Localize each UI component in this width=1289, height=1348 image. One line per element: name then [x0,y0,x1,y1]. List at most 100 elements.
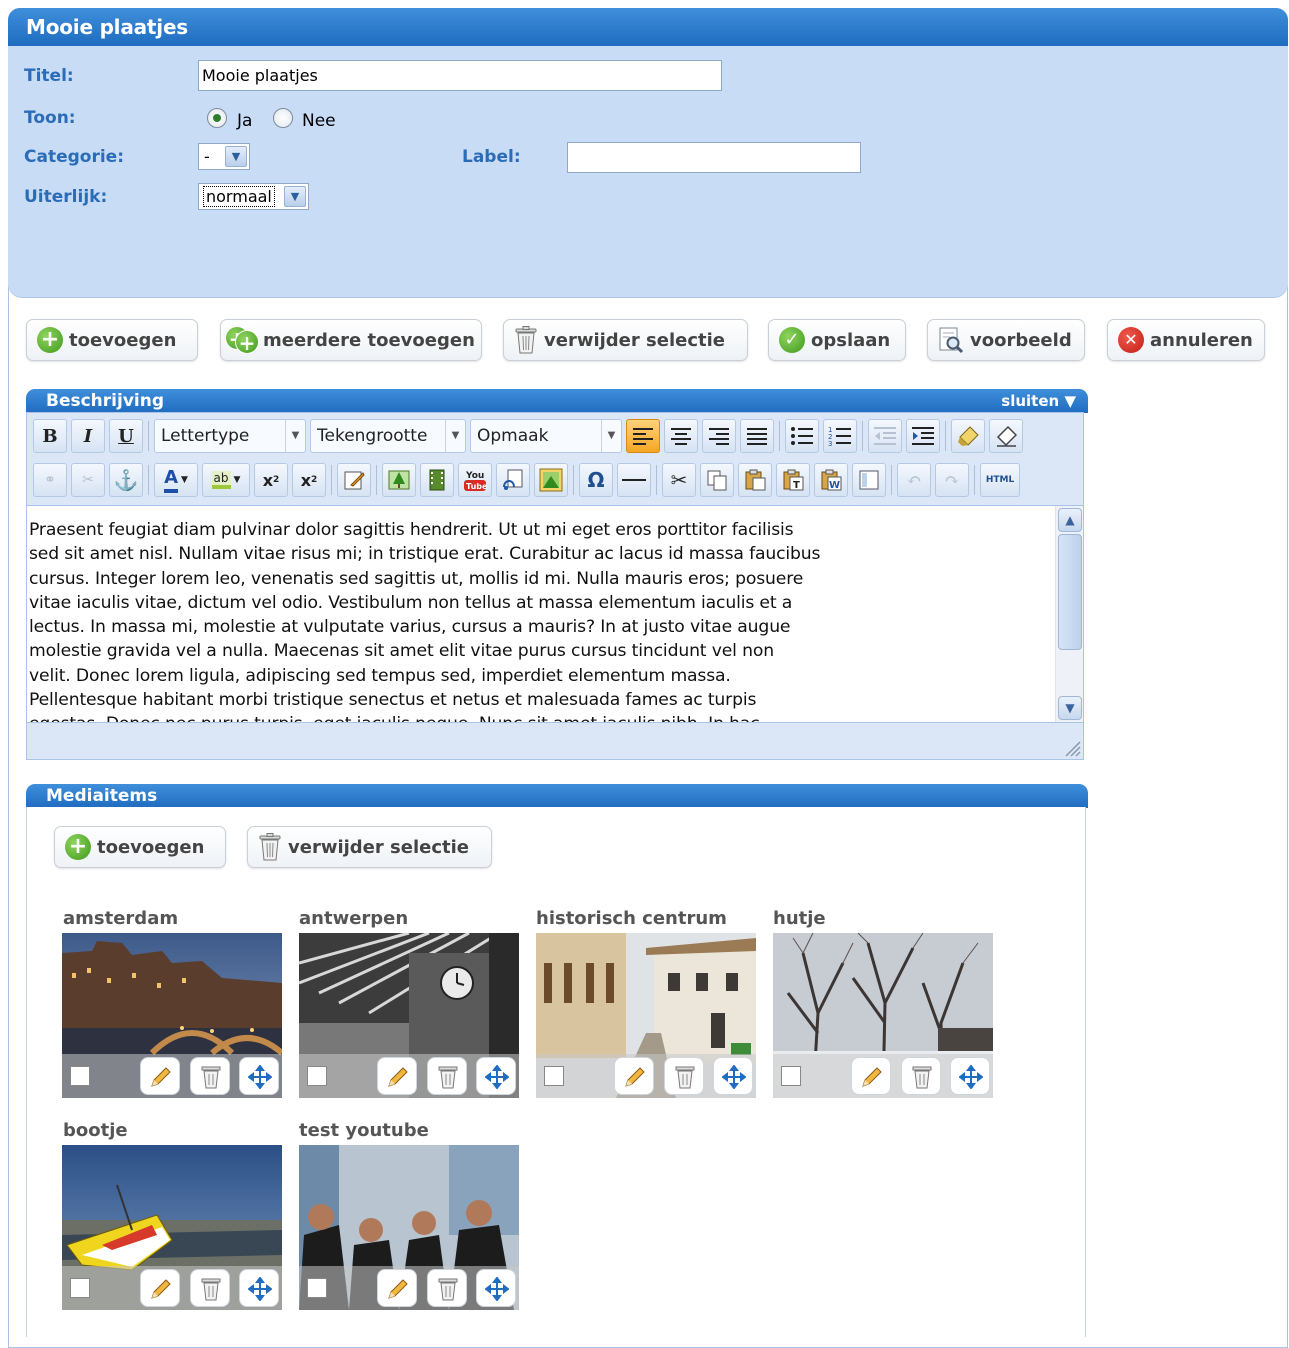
link-icon[interactable]: ⚭ [33,463,67,497]
edit-source-icon[interactable] [337,463,371,497]
align-center-icon[interactable] [664,419,698,453]
delete-selection-button[interactable]: verwijder selectie [503,319,748,361]
trash-icon[interactable] [190,1057,230,1095]
uiterlijk-label: Uiterlijk: [24,187,108,207]
media-item-actions [299,1054,519,1098]
label-input[interactable] [567,142,861,173]
format-select-value: Opmaak [477,426,549,446]
insert-media-icon[interactable] [420,463,454,497]
align-right-icon[interactable] [702,419,736,453]
media-item-actions [299,1266,519,1310]
trash-icon[interactable] [427,1057,467,1095]
select-checkbox[interactable] [70,1066,90,1086]
media-item-actions [62,1054,282,1098]
numbered-list-icon[interactable]: 123 [823,419,857,453]
move-arrows-icon[interactable] [476,1269,516,1307]
move-arrows-icon[interactable] [239,1269,279,1307]
subscript-icon[interactable]: x2 [254,463,288,497]
paste-text-icon[interactable]: T [776,463,810,497]
highlight-color-icon[interactable]: ab ▼ [202,463,250,497]
pencil-icon[interactable] [140,1057,180,1095]
outdent-icon[interactable] [868,419,902,453]
pencil-icon[interactable] [851,1057,891,1095]
move-arrows-icon[interactable] [476,1057,516,1095]
text-line: velit. Donec lorem ligula, adipiscing se… [29,665,731,686]
uiterlijk-select[interactable]: normaal ▼ [198,183,309,210]
copy-icon[interactable] [700,463,734,497]
align-left-icon[interactable] [626,419,660,453]
insert-gallery-icon[interactable] [534,463,568,497]
horizontal-rule-icon[interactable] [617,463,651,497]
youtube-icon[interactable]: You Tube [458,463,492,497]
toon-nee-radio[interactable] [273,108,293,128]
select-checkbox[interactable] [781,1066,801,1086]
select-checkbox[interactable] [307,1278,327,1298]
move-arrows-icon[interactable] [950,1057,990,1095]
special-character-icon[interactable]: Ω [579,463,613,497]
add-button[interactable]: + toevoegen [26,319,198,361]
bold-button[interactable]: B [33,419,67,453]
scroll-down-icon[interactable]: ▼ [1058,696,1082,720]
label-label: Label: [462,147,521,167]
select-checkbox[interactable] [307,1066,327,1086]
size-select[interactable]: Tekengrootte ▼ [310,419,466,453]
categorie-select[interactable]: - ▼ [198,143,250,170]
insert-image-icon[interactable] [382,463,416,497]
titel-input[interactable]: Mooie plaatjes [198,60,722,91]
align-justify-icon[interactable] [740,419,774,453]
format-select[interactable]: Opmaak ▼ [470,419,622,453]
trash-icon[interactable] [664,1057,704,1095]
resize-handle-icon[interactable] [1063,739,1081,757]
superscript-icon[interactable]: x2 [292,463,326,497]
description-title: Beschrijving [46,391,165,411]
template-icon[interactable] [852,463,886,497]
undo-icon[interactable]: ↶ [897,463,931,497]
media-delete-selection-button[interactable]: verwijder selectie [247,826,492,868]
bullet-list-icon[interactable] [785,419,819,453]
trash-icon[interactable] [901,1057,941,1095]
pencil-icon[interactable] [377,1269,417,1307]
preview-button[interactable]: voorbeeld [927,319,1085,361]
select-checkbox[interactable] [544,1066,564,1086]
unlink-icon[interactable]: ✂ [71,463,105,497]
move-arrows-icon[interactable] [239,1057,279,1095]
text-color-icon[interactable]: A ▼ [154,463,198,497]
scrollbar-thumb[interactable] [1058,534,1082,650]
italic-button[interactable]: I [71,419,105,453]
pencil-icon[interactable] [614,1057,654,1095]
underline-button[interactable]: U [109,419,143,453]
anchor-icon[interactable]: ⚓ [109,463,143,497]
indent-icon[interactable] [906,419,940,453]
move-arrows-icon[interactable] [713,1057,753,1095]
paste-word-icon[interactable]: W [814,463,848,497]
close-label: sluiten [1001,392,1060,410]
editor-content-area[interactable]: Praesent feugiat diam pulvinar dolor sag… [27,505,1083,723]
select-checkbox[interactable] [70,1278,90,1298]
trash-icon[interactable] [190,1269,230,1307]
html-source-icon[interactable]: HTML [980,463,1020,497]
cancel-button-label: annuleren [1150,329,1253,351]
insert-file-icon[interactable] [496,463,530,497]
font-select[interactable]: Lettertype ▼ [154,419,306,453]
categorie-label: Categorie: [24,147,124,167]
pencil-icon[interactable] [377,1057,417,1095]
clean-formatting-icon[interactable] [951,419,985,453]
paste-icon[interactable] [738,463,772,497]
cut-icon[interactable]: ✂ [662,463,696,497]
scroll-up-icon[interactable]: ▲ [1058,508,1082,532]
media-item-actions [773,1054,993,1098]
trash-icon[interactable] [427,1269,467,1307]
pencil-icon[interactable] [140,1269,180,1307]
chevron-down-icon: ▼ [284,186,306,207]
add-multiple-button[interactable]: ++ meerdere toevoegen [220,319,482,361]
media-add-button[interactable]: + toevoegen [54,826,226,868]
redo-icon[interactable]: ↷ [935,463,969,497]
add-multiple-button-label: meerdere toevoegen [263,329,475,351]
cancel-button[interactable]: ✕ annuleren [1107,319,1265,361]
close-toggle[interactable]: sluiten ▼ [1001,392,1076,410]
description-text[interactable]: Praesent feugiat diam pulvinar dolor sag… [29,518,899,722]
eraser-icon[interactable] [989,419,1023,453]
toon-ja-radio[interactable] [207,108,227,128]
save-button[interactable]: ✓ opslaan [768,319,906,361]
editor-scrollbar[interactable]: ▲ ▼ [1055,506,1083,722]
